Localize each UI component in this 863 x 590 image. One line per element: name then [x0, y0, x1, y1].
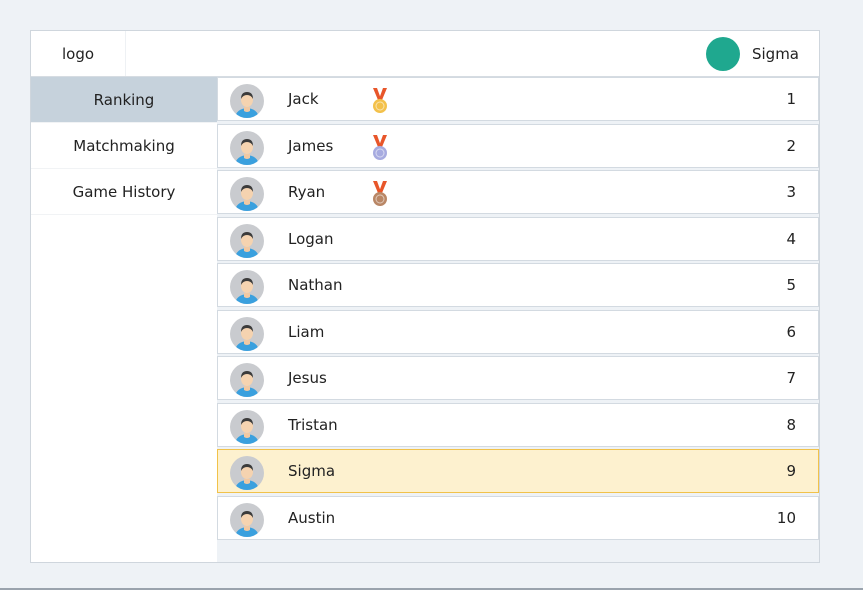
player-name: Jesus	[288, 369, 327, 387]
sidebar-item-matchmaking[interactable]: Matchmaking	[31, 123, 217, 169]
player-name: Jack	[288, 90, 319, 108]
silver-medal-icon	[370, 134, 390, 162]
ranking-row[interactable]: Jesus 7	[217, 356, 819, 400]
player-rank: 6	[786, 322, 796, 341]
player-name: Nathan	[288, 276, 343, 294]
ranking-row-current-user[interactable]: Sigma 9	[217, 449, 819, 493]
ranking-row[interactable]: Tristan 8	[217, 402, 819, 447]
ranking-row[interactable]: James 2	[217, 123, 819, 168]
player-name: Tristan	[288, 415, 338, 434]
ranking-row[interactable]: Ryan 3	[217, 170, 819, 214]
player-name: Austin	[288, 508, 336, 527]
bronze-medal-icon	[370, 180, 390, 208]
player-avatar-icon	[230, 316, 264, 351]
sidebar-item-label: Ranking	[93, 90, 155, 109]
player-avatar-icon	[230, 363, 264, 397]
player-rank: 9	[786, 462, 796, 480]
sidebar-item-label: Game History	[72, 182, 176, 201]
sidebar-item-game-history[interactable]: Game History	[31, 169, 217, 215]
player-avatar-icon	[230, 456, 264, 490]
player-rank: 10	[776, 508, 796, 527]
player-name: Logan	[288, 229, 334, 248]
ranking-list: Jack 1 James 2 Ryan 3 Logan 4 Nathan 5 Liam 6 Jesus 7…	[217, 77, 819, 562]
player-avatar-icon	[230, 409, 264, 444]
player-avatar-icon	[230, 177, 264, 211]
player-rank: 1	[786, 90, 796, 108]
sidebar-item-label: Matchmaking	[73, 136, 175, 155]
player-name: James	[288, 136, 334, 155]
gold-medal-icon	[370, 87, 390, 115]
ranking-row[interactable]: Nathan 5	[217, 263, 819, 307]
ranking-row[interactable]: Jack 1	[217, 77, 819, 121]
header: logo Sigma	[31, 31, 819, 77]
player-avatar-icon	[230, 270, 264, 304]
player-avatar-icon	[230, 130, 264, 165]
player-avatar-icon	[230, 502, 264, 537]
player-rank: 7	[786, 369, 796, 387]
user-profile[interactable]: Sigma	[705, 31, 799, 76]
player-avatar-icon	[230, 84, 264, 118]
player-rank: 5	[786, 276, 796, 294]
ranking-row[interactable]: Logan 4	[217, 216, 819, 261]
player-name: Ryan	[288, 183, 326, 201]
player-name: Liam	[288, 322, 325, 341]
user-avatar[interactable]	[705, 36, 740, 71]
player-avatar-icon	[230, 223, 264, 258]
player-rank: 2	[786, 136, 796, 155]
ranking-row[interactable]: Liam 6	[217, 309, 819, 354]
user-name: Sigma	[751, 44, 799, 63]
sidebar: Ranking Matchmaking Game History	[31, 77, 217, 562]
player-rank: 8	[786, 415, 796, 434]
player-name: Sigma	[288, 462, 336, 480]
player-rank: 4	[786, 229, 796, 248]
app-window: logo Sigma Ranking Matchmaking Game Hist…	[30, 30, 820, 563]
ranking-row[interactable]: Austin 10	[217, 495, 819, 540]
logo[interactable]: logo	[31, 31, 126, 76]
player-rank: 3	[786, 183, 796, 201]
sidebar-item-ranking[interactable]: Ranking	[31, 77, 217, 123]
